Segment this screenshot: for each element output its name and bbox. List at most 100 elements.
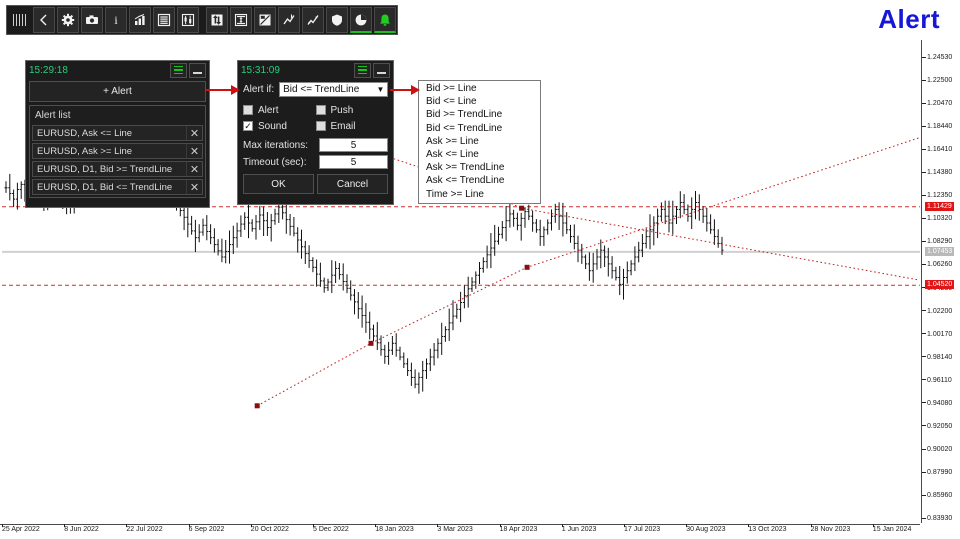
zigzag-icon	[306, 13, 320, 27]
hamburger-menu-icon[interactable]	[354, 63, 371, 78]
alert-list-item[interactable]: EURUSD, D1, Bid <= TrendLine✕	[32, 179, 203, 195]
bar-chart-icon	[133, 13, 147, 27]
time-tick-label: 1 Jun 2023	[562, 526, 597, 533]
timeout-label: Timeout (sec):	[243, 157, 319, 168]
dropdown-option[interactable]: Bid >= TrendLine	[419, 108, 540, 121]
time-tick-label: 18 Apr 2023	[500, 526, 538, 533]
list-button[interactable]	[153, 7, 175, 33]
close-x-icon[interactable]: ✕	[186, 162, 202, 176]
time-tick-label: 18 Jan 2023	[375, 526, 414, 533]
dropdown-option[interactable]: Bid <= Line	[419, 95, 540, 108]
alert-price-badge: 1.04520	[925, 280, 954, 289]
checkbox-sound[interactable]: ✓Sound	[243, 118, 316, 134]
alert-if-label: Alert if:	[243, 84, 274, 95]
alert-list-item-label: EURUSD, Ask >= Line	[33, 146, 186, 157]
back-button[interactable]	[33, 7, 55, 33]
settings-button[interactable]	[57, 7, 79, 33]
camera-icon	[85, 13, 99, 27]
dropdown-option[interactable]: Ask <= TrendLine	[419, 174, 540, 187]
price-axis[interactable]: 1.245301.225001.204701.184401.164101.143…	[921, 40, 960, 523]
checkbox-push[interactable]: Push	[316, 102, 389, 118]
checkbox-label: Sound	[258, 121, 287, 132]
chevron-down-icon[interactable]: ▼	[374, 85, 387, 94]
news-button[interactable]	[254, 7, 276, 33]
trendline-anchor-point[interactable]	[369, 341, 374, 346]
dropdown-option[interactable]: Time >= Line	[419, 188, 540, 201]
timeout-input[interactable]: 5	[319, 155, 388, 169]
checkbox-email[interactable]: Email	[316, 118, 389, 134]
minimize-icon[interactable]	[373, 63, 390, 78]
alert-config-header[interactable]: 15:31:09	[238, 61, 393, 79]
price-tick-label: 1.06260	[922, 261, 952, 268]
alert-list-clock: 15:29:18	[29, 65, 168, 76]
info-button[interactable]: i	[105, 7, 127, 33]
hamburger-menu-icon[interactable]	[170, 63, 187, 78]
max-iterations-input[interactable]: 5	[319, 138, 388, 152]
time-tick-label: 28 Nov 2023	[811, 526, 851, 533]
alert-bell-button[interactable]	[374, 7, 396, 33]
trendline-anchor-point[interactable]	[525, 265, 530, 270]
close-x-icon[interactable]: ✕	[186, 126, 202, 140]
indicators-button[interactable]	[129, 7, 151, 33]
grip-icon[interactable]	[7, 6, 32, 34]
price-tick-label: 0.83930	[922, 515, 952, 522]
pie-button[interactable]	[350, 7, 372, 33]
alert-list-panel-header[interactable]: 15:29:18	[26, 61, 209, 79]
trade-button[interactable]	[206, 7, 228, 33]
price-tick-label: 0.87990	[922, 469, 952, 476]
alert-rows: EURUSD, Ask <= Line✕EURUSD, Ask >= Line✕…	[32, 125, 203, 195]
alert-if-select[interactable]: Bid <= TrendLine ▼	[279, 82, 388, 97]
close-x-icon[interactable]: ✕	[186, 144, 202, 158]
alert-if-dropdown-list[interactable]: Bid >= LineBid <= LineBid >= TrendLineBi…	[418, 80, 541, 204]
alert-list-item[interactable]: EURUSD, Ask <= Line✕	[32, 125, 203, 141]
alert-list-panel[interactable]: 15:29:18 + Alert Alert list EURUSD, Ask …	[25, 60, 210, 208]
ok-button[interactable]: OK	[243, 174, 314, 194]
price-tick-label: 0.85960	[922, 492, 952, 499]
alert-list-item-label: EURUSD, D1, Bid <= TrendLine	[33, 182, 186, 193]
screenshot-button[interactable]	[81, 7, 103, 33]
alert-config-body: Alert if: Bid <= TrendLine ▼ AlertPush✓S…	[238, 79, 393, 198]
dropdown-option[interactable]: Bid >= Line	[419, 82, 540, 95]
add-alert-button[interactable]: + Alert	[29, 81, 206, 102]
checkbox-label: Email	[331, 121, 356, 132]
dropdown-option[interactable]: Ask <= Line	[419, 148, 540, 161]
alert-list-item[interactable]: EURUSD, Ask >= Line✕	[32, 143, 203, 159]
trendline-button[interactable]	[278, 7, 300, 33]
time-tick-label: 30 Aug 2023	[686, 526, 725, 533]
list-icon	[157, 13, 171, 27]
trendline-anchor-point[interactable]	[255, 403, 260, 408]
alert-list-item-label: EURUSD, Ask <= Line	[33, 128, 186, 139]
gear-icon	[61, 13, 75, 27]
time-axis[interactable]: 25 Apr 20228 Jun 202222 Jul 20226 Sep 20…	[0, 524, 920, 539]
page-title: Alert	[878, 4, 940, 35]
candlestick-icon	[181, 13, 195, 27]
dialog-buttons: OK Cancel	[243, 174, 388, 194]
dropdown-option[interactable]: Ask >= TrendLine	[419, 161, 540, 174]
time-tick-label: 15 Jan 2024	[873, 526, 912, 533]
minimize-icon[interactable]	[189, 63, 206, 78]
dropdown-option[interactable]: Bid <= TrendLine	[419, 122, 540, 135]
alert-if-row: Alert if: Bid <= TrendLine ▼	[243, 82, 388, 97]
measure-button[interactable]	[230, 7, 252, 33]
close-x-icon[interactable]: ✕	[186, 180, 202, 194]
trendline-anchor-point[interactable]	[519, 206, 524, 211]
zigzag-button[interactable]	[302, 7, 324, 33]
price-tick-label: 0.98140	[922, 354, 952, 361]
svg-text:i: i	[114, 13, 118, 27]
dropdown-option[interactable]: Ask >= Line	[419, 135, 540, 148]
measure-icon	[234, 13, 248, 27]
cancel-button[interactable]: Cancel	[317, 174, 388, 194]
alert-list-item[interactable]: EURUSD, D1, Bid >= TrendLine✕	[32, 161, 203, 177]
alert-config-dialog[interactable]: 15:31:09 Alert if: Bid <= TrendLine ▼ Al…	[237, 60, 394, 205]
chart-toolbar[interactable]: i	[6, 5, 398, 35]
checkbox-unchecked-icon	[243, 105, 253, 115]
time-tick-label: 20 Oct 2022	[251, 526, 289, 533]
price-tick-label: 1.08290	[922, 238, 952, 245]
candles-button[interactable]	[177, 7, 199, 33]
shield-button[interactable]	[326, 7, 348, 33]
checkbox-alert[interactable]: Alert	[243, 102, 316, 118]
price-tick-label: 0.90020	[922, 446, 952, 453]
bell-icon	[378, 13, 392, 27]
alert-list-title: Alert list	[32, 108, 203, 125]
max-iterations-label: Max iterations:	[243, 140, 319, 151]
